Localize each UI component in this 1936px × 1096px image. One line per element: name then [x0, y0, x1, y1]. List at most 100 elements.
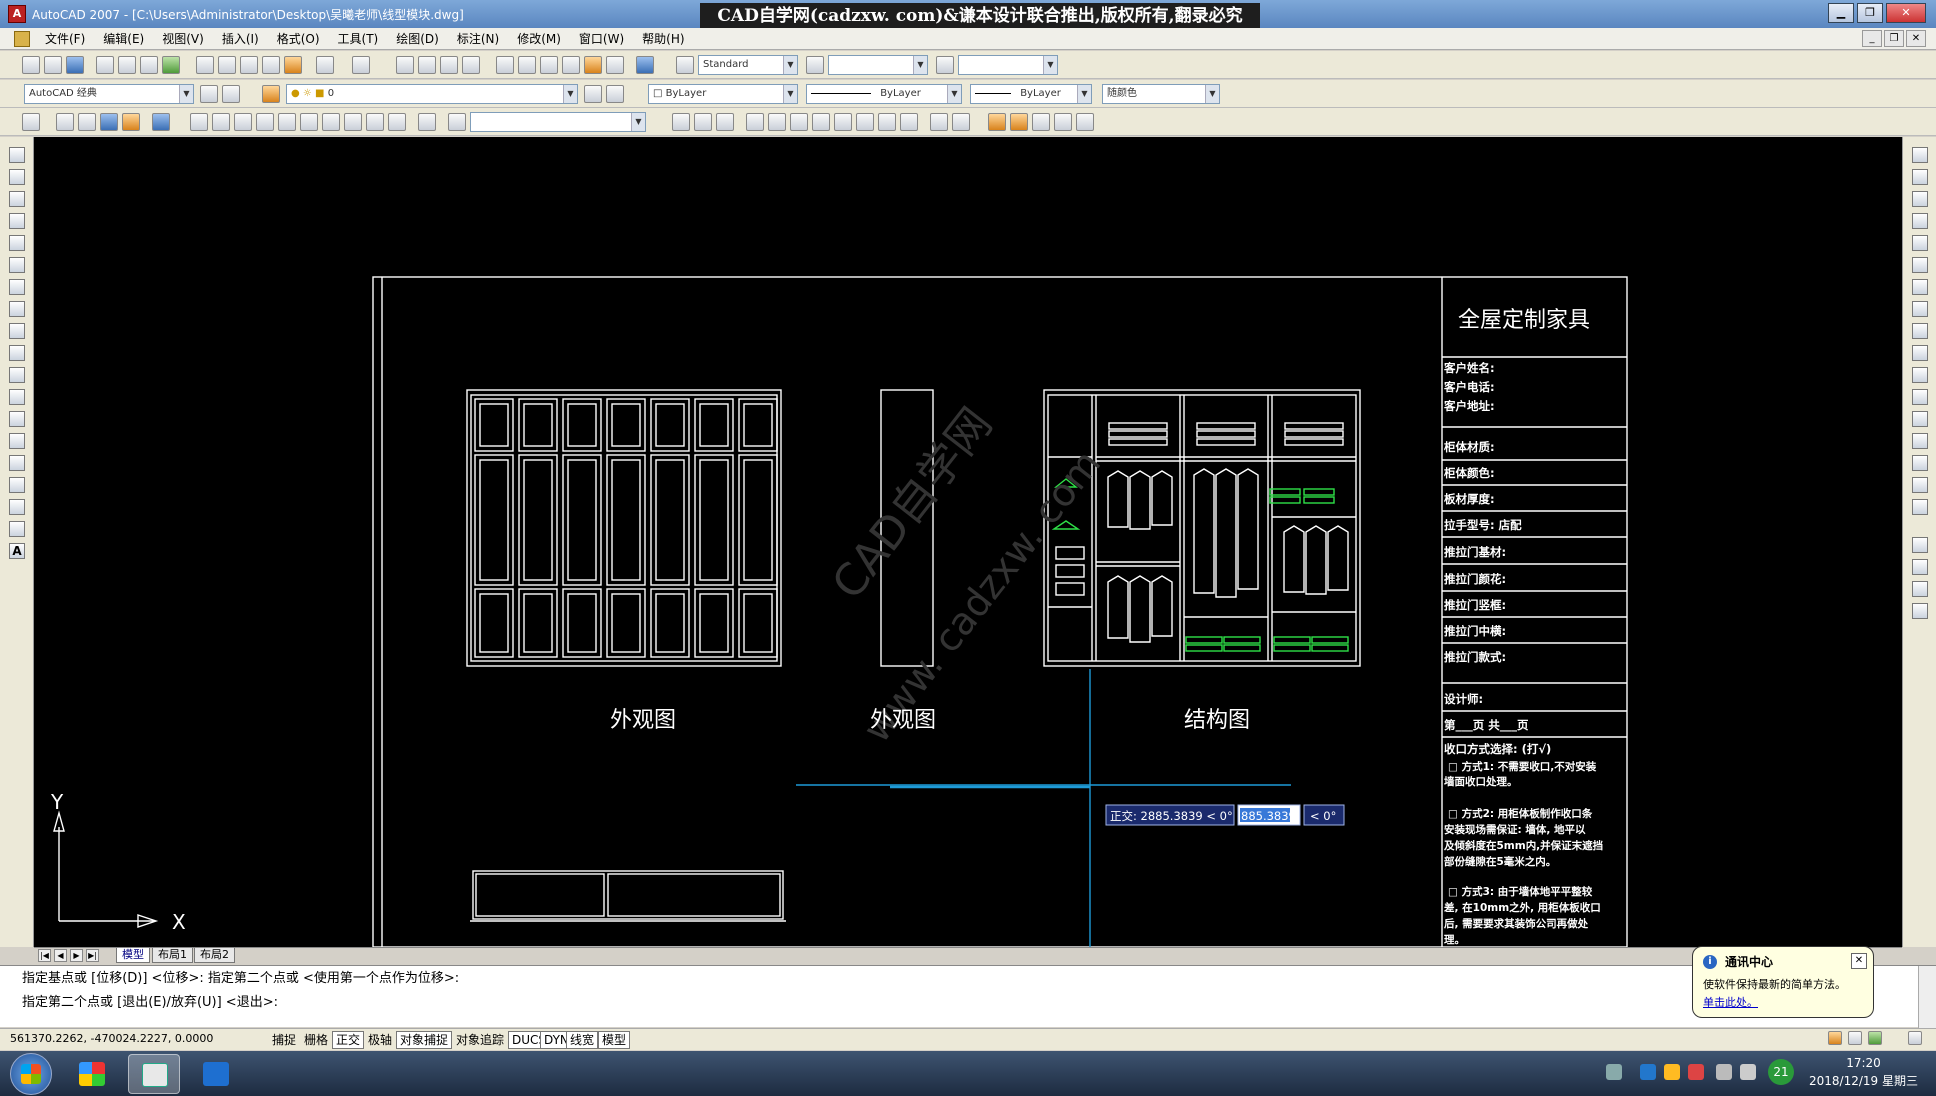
command-prompt-line[interactable]: 指定第二个点或 [退出(E)/放弃(U)] <退出>:	[22, 992, 278, 1014]
text-style-icon[interactable]	[676, 56, 694, 74]
tab-layout1[interactable]: 布局1	[152, 948, 193, 963]
markup-icon[interactable]	[584, 56, 602, 74]
break-at-point-icon[interactable]	[1912, 389, 1928, 405]
tray-app-icon[interactable]	[1640, 1064, 1656, 1080]
calculator-icon[interactable]	[606, 56, 624, 74]
join-icon[interactable]	[1912, 433, 1928, 449]
restore-button[interactable]: ❐	[1857, 3, 1883, 23]
scale-icon[interactable]	[1912, 301, 1928, 317]
snap-toggle[interactable]: 捕捉	[268, 1031, 300, 1049]
plot-style-select[interactable]: 随颜色 ▼	[1102, 84, 1220, 104]
save-icon[interactable]	[66, 56, 84, 74]
slice-icon[interactable]	[930, 113, 948, 131]
print-icon[interactable]	[96, 56, 114, 74]
prev-tab-button[interactable]: ◀	[54, 949, 67, 962]
volume-icon[interactable]	[1716, 1064, 1732, 1080]
menu-insert[interactable]: 插入(I)	[213, 28, 268, 50]
osnap-toggle[interactable]: 对象捕捉	[396, 1031, 453, 1049]
taskbar-clock[interactable]: 17:20 2018/12/19 星期三	[1809, 1054, 1918, 1090]
model-toggle[interactable]: 模型	[598, 1031, 631, 1049]
menu-file[interactable]: 文件(F)	[36, 28, 94, 50]
warning-icon[interactable]	[1828, 1031, 1842, 1045]
command-window[interactable]: 指定基点或 [位移(D)] <位移>: 指定第二个点或 <使用第一个点作为位移>…	[0, 965, 1936, 1028]
view-ne-icon[interactable]	[366, 113, 384, 131]
send-back-icon[interactable]	[1912, 581, 1928, 597]
light-icon[interactable]	[988, 113, 1006, 131]
extend-icon[interactable]	[1912, 367, 1928, 383]
insert-block-icon[interactable]	[9, 389, 25, 405]
document-icon[interactable]	[14, 30, 30, 47]
clean-screen-icon[interactable]	[1908, 1031, 1922, 1045]
move-icon[interactable]	[1912, 257, 1928, 273]
extrude-icon[interactable]	[746, 113, 764, 131]
render-icon[interactable]	[122, 113, 140, 131]
dim-style-icon[interactable]	[806, 56, 824, 74]
view-se-icon[interactable]	[344, 113, 362, 131]
view-sw-icon[interactable]	[322, 113, 340, 131]
menu-tools[interactable]: 工具(T)	[329, 28, 388, 50]
erase-icon[interactable]	[1912, 147, 1928, 163]
tray-shield-icon[interactable]	[1664, 1064, 1680, 1080]
table-style-select[interactable]: ▼	[958, 55, 1058, 75]
new-icon[interactable]	[22, 56, 40, 74]
wedge-icon[interactable]	[78, 113, 96, 131]
layer-previous-icon[interactable]	[606, 85, 624, 103]
lineweight-select[interactable]: ByLayer ▼	[970, 84, 1092, 104]
zoom-window-icon[interactable]	[440, 56, 458, 74]
linetype-select[interactable]: ByLayer ▼	[806, 84, 962, 104]
section-icon[interactable]	[952, 113, 970, 131]
visual-style-icon[interactable]	[152, 113, 170, 131]
autocad-app-icon[interactable]: A	[8, 5, 26, 23]
menu-format[interactable]: 格式(O)	[268, 28, 329, 50]
otrack-toggle[interactable]: 对象追踪	[452, 1031, 508, 1049]
close-button[interactable]: ✕	[1886, 3, 1926, 23]
ellipse-icon[interactable]	[9, 345, 25, 361]
minimize-button[interactable]: ▁	[1828, 3, 1854, 23]
ucs-icon[interactable]	[22, 113, 40, 131]
menu-modify[interactable]: 修改(M)	[508, 28, 570, 50]
command-scrollbar[interactable]	[1918, 966, 1936, 1028]
tool-palettes-icon[interactable]	[540, 56, 558, 74]
loft-icon[interactable]	[834, 113, 852, 131]
spline-icon[interactable]	[9, 323, 25, 339]
block-editor-icon[interactable]	[284, 56, 302, 74]
point-icon[interactable]	[9, 433, 25, 449]
tab-layout2[interactable]: 布局2	[194, 948, 235, 963]
first-tab-button[interactable]: |◀	[38, 949, 51, 962]
cut-icon[interactable]	[196, 56, 214, 74]
union-icon[interactable]	[856, 113, 874, 131]
3d-dwf-icon[interactable]	[162, 56, 180, 74]
free-orbit-icon[interactable]	[694, 113, 712, 131]
trim-icon[interactable]	[1912, 345, 1928, 361]
hatch-icon[interactable]	[9, 455, 25, 471]
text-style-select[interactable]: Standard ▼	[698, 55, 798, 75]
taskbar-app-1[interactable]	[66, 1054, 118, 1094]
balloon-close-icon[interactable]: ✕	[1851, 953, 1867, 969]
rectangle-icon[interactable]	[9, 235, 25, 251]
copy-object-icon[interactable]	[1912, 169, 1928, 185]
table-style-icon[interactable]	[936, 56, 954, 74]
bring-front-icon[interactable]	[1912, 559, 1928, 575]
lineweight-toggle[interactable]: 线宽	[566, 1031, 599, 1049]
menu-view[interactable]: 视图(V)	[153, 28, 213, 50]
gradient-icon[interactable]	[9, 477, 25, 493]
construction-line-icon[interactable]	[9, 169, 25, 185]
color-select[interactable]: □ ByLayer ▼	[648, 84, 798, 104]
table-icon[interactable]	[9, 521, 25, 537]
mirror-icon[interactable]	[1912, 191, 1928, 207]
network-icon[interactable]	[1740, 1064, 1756, 1080]
ellipse-arc-icon[interactable]	[9, 367, 25, 383]
camera-icon[interactable]	[418, 113, 436, 131]
paste-icon[interactable]	[240, 56, 258, 74]
menu-draw[interactable]: 绘图(D)	[387, 28, 448, 50]
materials-icon[interactable]	[1010, 113, 1028, 131]
view-front-icon[interactable]	[278, 113, 296, 131]
line-icon[interactable]	[9, 147, 25, 163]
multiline-text-icon[interactable]: A	[9, 543, 25, 559]
menu-edit[interactable]: 编辑(E)	[94, 28, 153, 50]
revolve-icon[interactable]	[812, 113, 830, 131]
fly-icon[interactable]	[1054, 113, 1072, 131]
communication-center-icon[interactable]	[1868, 1031, 1882, 1045]
stretch-icon[interactable]	[1912, 323, 1928, 339]
sphere-icon[interactable]	[100, 113, 118, 131]
